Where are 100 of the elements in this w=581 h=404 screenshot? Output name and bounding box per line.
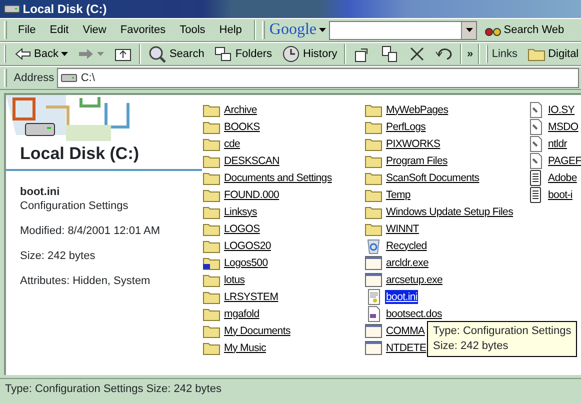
menu-item[interactable]: Tools [172,22,212,38]
folder-up-icon [114,46,132,62]
menu-item[interactable]: Edit [42,22,76,38]
drive-icon [25,121,55,137]
copy-to-icon [381,45,400,63]
text-file-icon [527,170,544,186]
search-field[interactable] [329,20,478,40]
listing-entry[interactable]: bootsect.dos [385,306,443,320]
folder-icon [203,306,220,320]
chevron[interactable]: » [464,46,476,62]
link-button[interactable]: Digital [523,43,581,65]
listing-entry[interactable]: Archive [223,102,258,116]
google-logo[interactable]: Google [269,18,317,42]
listing-entry[interactable]: LRSYSTEM [223,290,280,304]
listing-entry[interactable]: arcsetup.exe [385,272,444,286]
recycle-bin-icon [365,238,382,254]
menu-item[interactable]: View [76,22,114,38]
caret-icon[interactable] [319,28,326,32]
listing-entry[interactable]: Logos500 [223,256,269,270]
listing-entry[interactable]: ntldr [547,136,568,150]
dropdown-arrow-icon[interactable] [466,28,473,32]
listing-entry[interactable]: LOGOS [223,222,261,236]
back-arrow-icon [15,48,31,60]
listing-entry[interactable]: arcldr.exe [385,256,430,270]
listing-entry[interactable]: WINNT [385,222,420,236]
listing-entry[interactable]: FOUND.000 [223,188,280,202]
system-file-icon [527,118,544,134]
file-type: Configuration Settings [20,199,130,213]
undo-icon [435,47,454,61]
folders-button[interactable]: Folders [209,43,278,65]
listing-entry[interactable]: mgafold [223,306,260,320]
address-field[interactable]: C:\ [56,68,579,88]
search-web-button[interactable]: Search Web [480,19,570,41]
caret-icon[interactable] [61,52,68,56]
system-file-icon [527,102,544,118]
listing-entry[interactable]: boot-i [547,188,574,202]
text-file-icon [527,186,544,202]
program-icon [365,323,382,338]
listing-entry[interactable]: MyWebPages [385,102,450,116]
file-size: Size: 242 bytes [20,249,96,263]
listing-entry[interactable]: PerfLogs [385,120,427,134]
program-icon [365,255,382,270]
address-label: Address [12,70,56,86]
listing-entry[interactable]: BOOKS [223,120,261,134]
listing-entry[interactable]: Linksys [223,204,258,218]
listing-entry[interactable]: Temp [385,188,412,202]
listing-entry[interactable]: Recycled [385,238,428,252]
listing-entry[interactable]: MSDO [547,120,580,134]
listing-entry[interactable]: COMMA [385,324,426,338]
menu-item[interactable]: Help [212,22,249,38]
file-name: boot.ini [20,185,61,199]
folder-icon [203,340,220,354]
window-title: Local Disk (C:) [22,1,107,18]
listing-entry[interactable]: IO.SY [547,102,576,116]
folder-icon [203,290,220,304]
listing-entry[interactable]: boot.ini [385,290,418,304]
listing-entry[interactable]: cde [223,136,242,150]
listing-entry[interactable]: PIXWORKS [385,136,442,150]
listing-entry[interactable]: LOGOS20 [223,238,272,252]
tooltip: Type: Configuration Settings Size: 242 bytes [427,321,578,357]
listing-entry[interactable]: Adobe [547,170,578,184]
folder-icon [203,102,220,116]
folder-icon [203,324,220,338]
listing-entry[interactable]: Program Files [385,154,448,168]
program-icon [365,272,382,287]
listing-entry[interactable]: DESKSCAN [223,154,280,168]
history-button[interactable]: History [277,43,342,65]
listing-entry[interactable]: Documents and Settings [223,170,333,184]
folder-icon [365,188,382,202]
status-text: Type: Configuration Settings Size: 242 bytes [5,382,222,398]
folder-icon [203,188,220,202]
folder-icon [528,47,546,61]
links-label[interactable]: Links [492,46,524,62]
folder-icon [365,154,382,168]
listing-entry[interactable]: Windows Update Setup Files [385,204,514,218]
listing-entry[interactable]: lotus [223,272,246,286]
program-icon [365,340,382,355]
listing-entry[interactable]: PAGEF [547,154,581,168]
back-button[interactable]: Back [10,43,74,65]
folder-icon [365,120,382,134]
search-icon [148,45,166,63]
folder-icon [365,170,382,184]
menu-item[interactable]: Favorites [113,22,173,38]
listing-entry[interactable]: My Music [223,340,267,354]
search-button[interactable]: Search [143,43,210,65]
listing-entry[interactable]: My Documents [223,324,292,338]
folder-icon [203,272,220,286]
folder-icon [203,170,220,184]
listing-entry[interactable]: NTDETE [385,340,428,354]
drive-icon [60,73,77,83]
document-icon [365,306,382,322]
listing-entry[interactable]: ScanSoft Documents [385,170,480,184]
forward-arrow-icon [78,48,94,60]
system-file-icon [527,136,544,152]
folder-icon [365,222,382,236]
menu-item[interactable]: File [11,22,43,38]
file-attributes: Attributes: Hidden, System [20,274,152,288]
folder-icon [365,136,382,150]
folder-icon [365,204,382,218]
folders-icon [214,46,232,62]
